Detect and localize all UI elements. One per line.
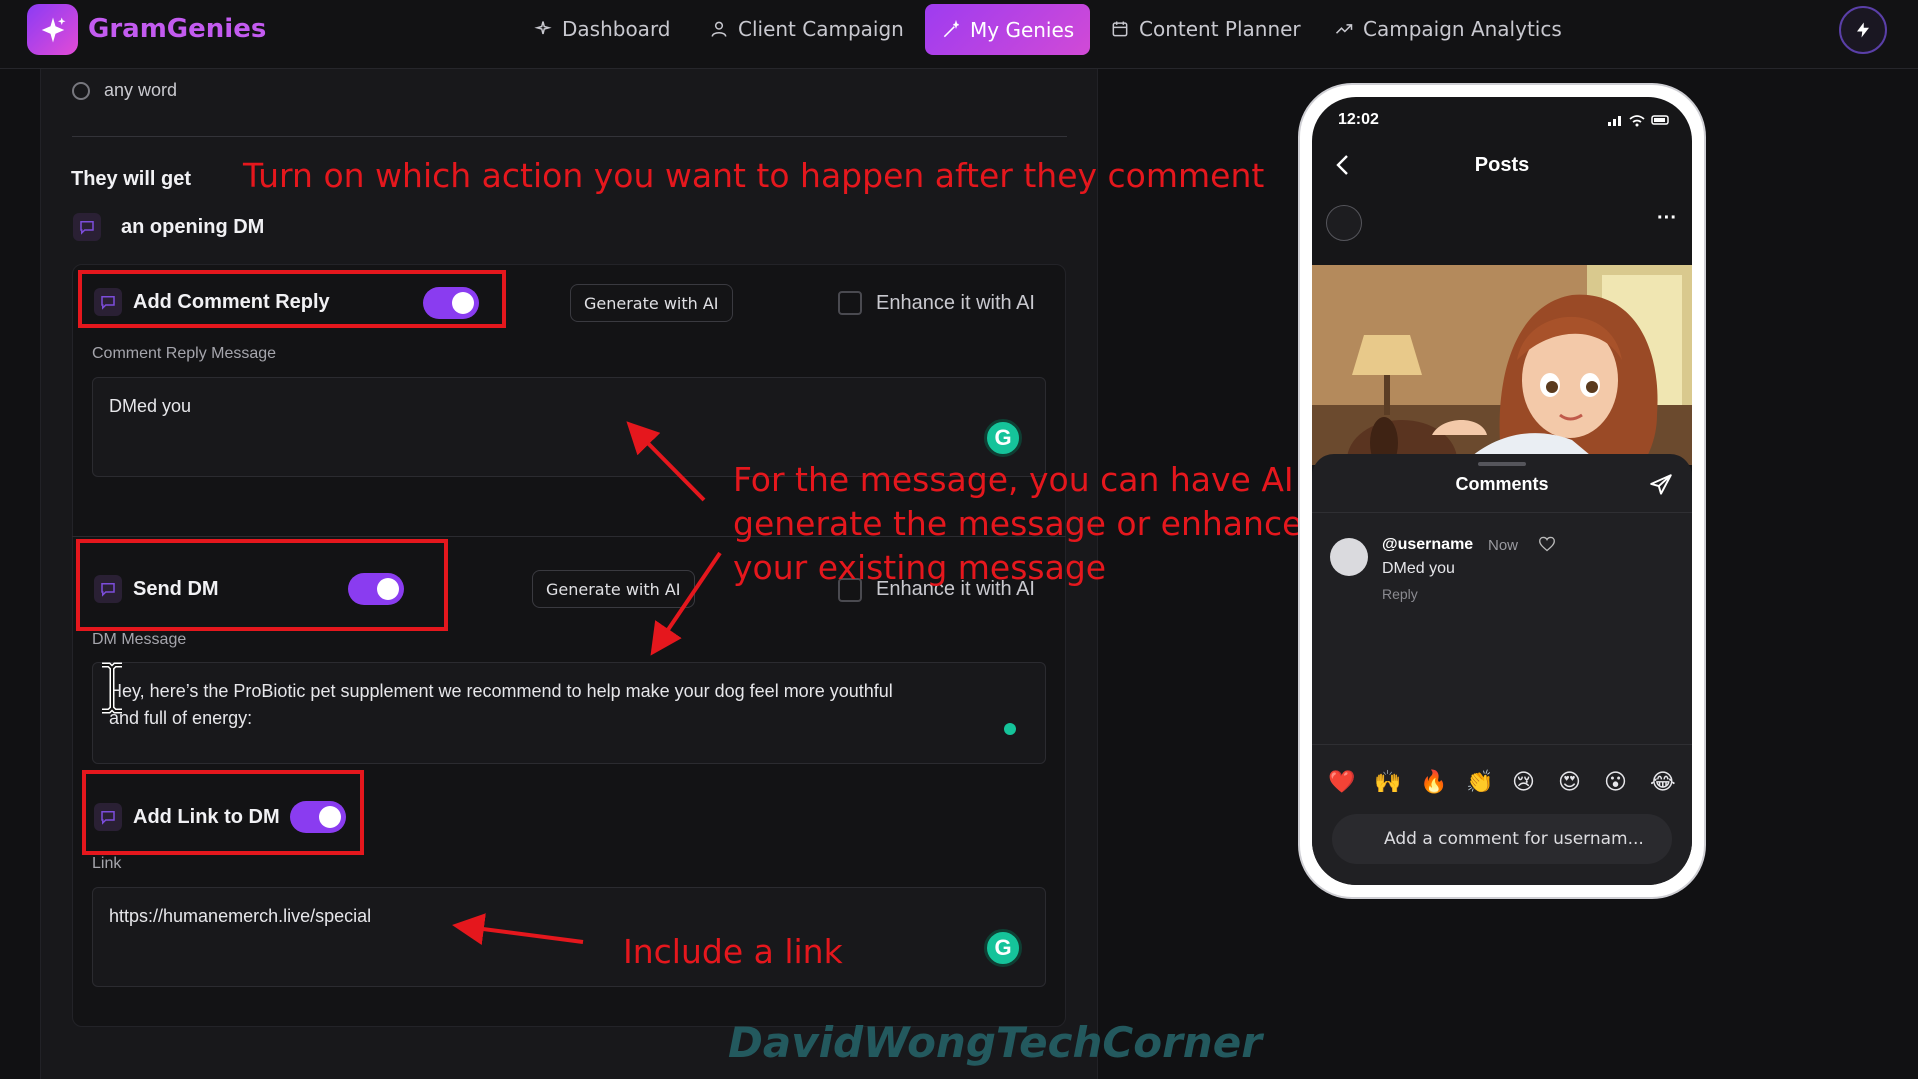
add-comment-input[interactable]: Add a comment for usernam... — [1332, 814, 1672, 864]
commenter-avatar — [1330, 538, 1368, 576]
reaction-heart[interactable]: ❤️ — [1328, 769, 1355, 795]
profile-avatar[interactable] — [1326, 205, 1362, 241]
watermark: DavidWongTechCorner — [728, 1018, 1262, 1067]
arrow-to-comment-reply — [626, 421, 706, 502]
comments-title: Comments — [1455, 474, 1549, 494]
reaction-clap[interactable]: 👏 — [1466, 769, 1493, 795]
reaction-raised-hands[interactable]: 🙌 — [1374, 769, 1401, 795]
comment-reply-link[interactable]: Reply — [1382, 586, 1418, 602]
divider — [1312, 512, 1692, 513]
reaction-surprised[interactable]: 😮 — [1604, 769, 1627, 795]
phone-screen: 12:02 Posts ··· Comments @username Now D… — [1312, 97, 1692, 885]
arrow-to-link — [452, 913, 584, 945]
more-options-icon[interactable]: ··· — [1657, 207, 1677, 230]
comment-text: DMed you — [1382, 560, 1455, 577]
send-icon[interactable] — [1648, 472, 1674, 498]
heart-icon[interactable] — [1538, 536, 1556, 552]
status-icons — [1608, 115, 1669, 127]
phone-time: 12:02 — [1338, 111, 1379, 128]
comment-username[interactable]: @username — [1382, 536, 1473, 554]
divider — [1312, 744, 1692, 745]
phone-preview: 12:02 Posts ··· Comments @username Now D… — [1298, 83, 1706, 899]
reaction-cry[interactable]: 😢 — [1512, 769, 1535, 795]
reaction-laugh[interactable]: 😂 — [1650, 769, 1676, 795]
sheet-handle[interactable] — [1478, 462, 1526, 466]
reaction-fire[interactable]: 🔥 — [1420, 769, 1447, 795]
phone-header-title: Posts — [1474, 154, 1530, 176]
reaction-heart-eyes[interactable]: 😍 — [1558, 769, 1581, 795]
comment-time: Now — [1488, 537, 1519, 554]
post-image — [1312, 265, 1692, 465]
arrow-to-dm-message — [650, 551, 722, 656]
